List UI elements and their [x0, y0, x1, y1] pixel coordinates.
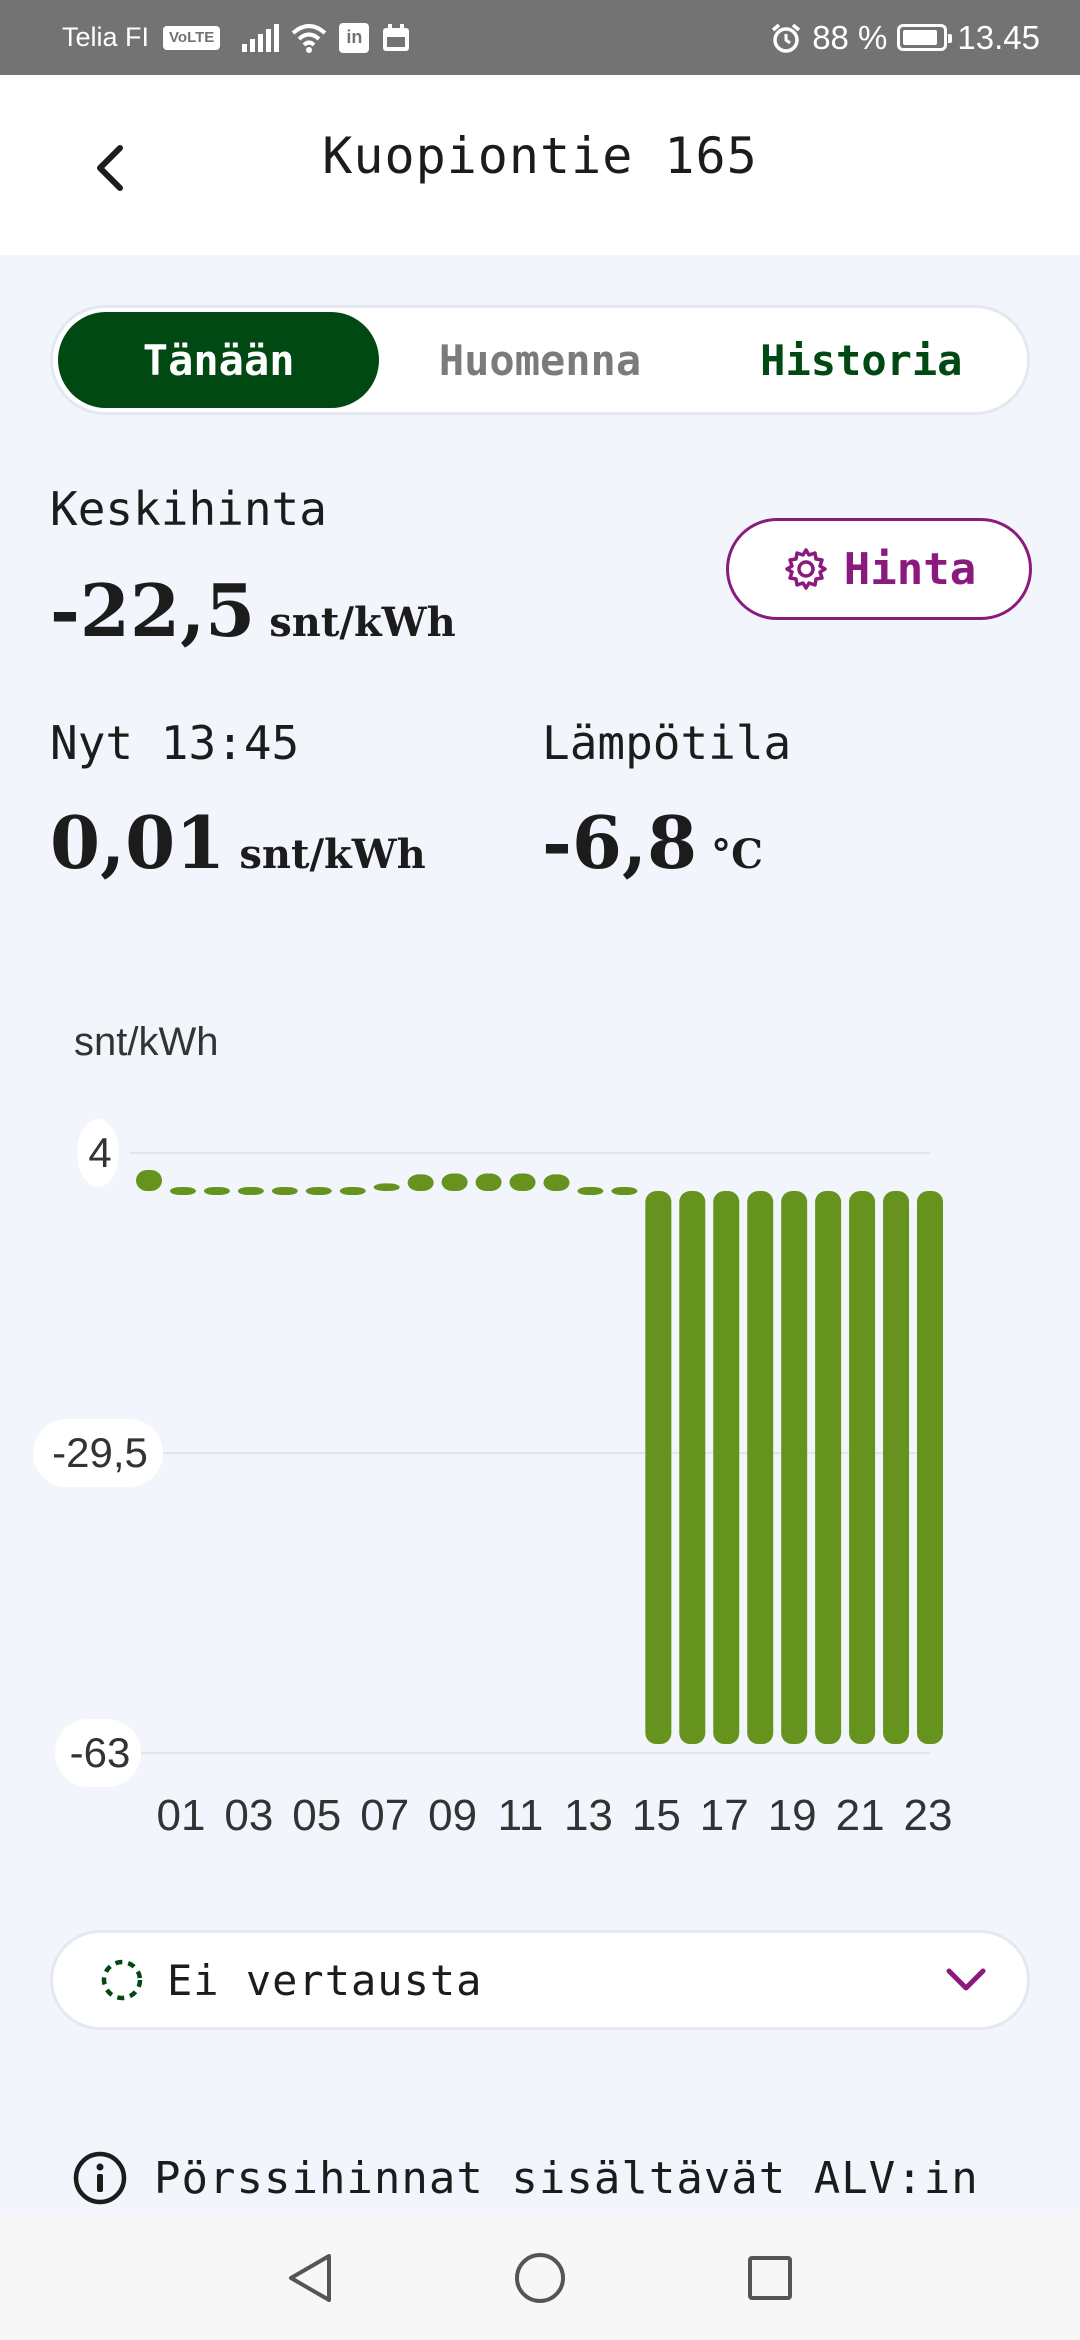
x-tick-label: 23 — [904, 1791, 953, 1840]
signal-icon — [242, 23, 280, 52]
triangle-back-icon — [289, 2253, 331, 2302]
gear-icon — [785, 548, 827, 590]
nav-back-button[interactable] — [270, 2238, 350, 2318]
linkedin-icon: in — [339, 22, 370, 53]
y-tick-label: -63 — [70, 1729, 131, 1776]
price-chart-svg: snt/kWh 4 -29,5 -63 01 03 05 07 09 11 13 15 17 19 21 23 — [33, 1020, 953, 1840]
current-price-unit: snt/kWh — [239, 831, 426, 878]
system-nav-bar — [0, 2215, 1080, 2340]
temperature-unit: °C — [711, 831, 763, 878]
chart-bar — [713, 1191, 740, 1745]
page-title: Kuopiontie 165 — [322, 127, 758, 185]
x-tick-label: 19 — [768, 1791, 817, 1840]
chart-bar — [475, 1173, 502, 1191]
info-icon — [73, 2151, 127, 2205]
chart-bar — [136, 1169, 162, 1191]
nav-home-button[interactable] — [500, 2238, 580, 2318]
chart-bar — [679, 1191, 706, 1745]
y-tick-label: 4 — [88, 1129, 111, 1176]
chart-bar — [203, 1187, 230, 1195]
nav-recents-button[interactable] — [730, 2238, 810, 2318]
app-header: Kuopiontie 165 — [0, 75, 1080, 255]
current-price-number: 0,01 — [50, 800, 226, 885]
status-bar: Telia FI VoLTE in 88 % 13.45 — [0, 0, 1080, 75]
chart-bar — [577, 1187, 604, 1195]
x-tick-label: 21 — [836, 1791, 885, 1840]
chart-bar — [917, 1191, 943, 1745]
dashed-circle-icon — [101, 1959, 143, 2001]
chevron-down-icon — [946, 1968, 986, 1991]
tab-today[interactable]: Tänään — [58, 312, 380, 408]
status-right: 88 % 13.45 — [770, 19, 1040, 57]
status-icons: in — [242, 22, 411, 53]
avg-price-unit: snt/kWh — [269, 599, 456, 646]
x-tick-label: 09 — [428, 1791, 477, 1840]
x-tick-label: 07 — [360, 1791, 409, 1840]
status-left: Telia FI VoLTE — [62, 22, 221, 53]
chart-bar — [509, 1173, 536, 1191]
temperature-number: -6,8 — [542, 800, 698, 885]
tab-history[interactable]: Historia — [701, 312, 1022, 408]
chart-bar — [883, 1191, 910, 1745]
chart-bar — [781, 1191, 808, 1745]
calendar-icon — [383, 23, 410, 51]
chart-bar — [339, 1187, 366, 1195]
x-tick-label: 01 — [156, 1791, 205, 1840]
chart-bar — [645, 1191, 672, 1745]
chart-bar — [237, 1187, 264, 1195]
current-price-value: 0,01 snt/kWh — [50, 800, 426, 885]
chart-bar — [849, 1191, 876, 1745]
tab-tomorrow[interactable]: Huomenna — [379, 312, 700, 408]
avg-price-label: Keskihinta — [50, 482, 327, 536]
chart-bar — [441, 1173, 468, 1191]
x-tick-label: 05 — [292, 1791, 341, 1840]
temperature-value: -6,8 °C — [542, 800, 763, 885]
clock: 13.45 — [957, 18, 1040, 56]
chart-bar — [611, 1187, 638, 1195]
carrier-name: Telia FI — [62, 22, 150, 52]
alarm-icon — [772, 23, 801, 53]
chart-bar — [747, 1191, 774, 1745]
battery-percent: 88 % — [812, 18, 888, 56]
current-price-label: Nyt 13:45 — [50, 716, 300, 770]
square-recents-icon — [748, 2255, 792, 2300]
x-tick-label: 11 — [498, 1791, 544, 1840]
battery-fill — [903, 30, 937, 45]
y-tick-label: -29,5 — [52, 1429, 148, 1476]
volte-icon: VoLTE — [163, 25, 221, 50]
x-tick-label: 15 — [632, 1791, 681, 1840]
info-note: Pörssihinnat sisältävät ALV:in — [72, 2150, 979, 2206]
y-axis-label: snt/kWh — [74, 1020, 218, 1064]
day-tabs: Tänään Huomenna Historia — [50, 305, 1030, 415]
circle-home-icon — [515, 2252, 565, 2303]
temperature-label: Lämpötila — [542, 716, 792, 770]
chart-bar — [407, 1174, 434, 1191]
avg-price-value: -22,5 snt/kWh — [50, 568, 456, 653]
chart-bar — [815, 1191, 842, 1745]
wifi-icon — [291, 23, 327, 53]
price-settings-button[interactable]: Hinta — [726, 518, 1032, 620]
avg-price-number: -22,5 — [50, 568, 256, 653]
chart-bar — [373, 1183, 400, 1191]
battery-icon — [897, 24, 953, 51]
x-tick-label: 17 — [700, 1791, 749, 1840]
x-tick-label: 13 — [564, 1791, 613, 1840]
chart-bar — [169, 1187, 196, 1195]
compare-label: Ei vertausta — [167, 1955, 483, 2005]
chart-bar — [305, 1187, 332, 1195]
compare-dropdown[interactable]: Ei vertausta — [50, 1930, 1030, 2030]
x-tick-label: 03 — [224, 1791, 273, 1840]
chart-bar — [543, 1174, 570, 1191]
price-chart: snt/kWh 4 -29,5 -63 01 03 05 07 09 11 13 15 17 19 21 23 — [0, 1010, 1080, 1880]
chart-bar — [271, 1187, 298, 1195]
info-text: Pörssihinnat sisältävät ALV:in — [154, 2152, 979, 2204]
price-button-label: Hinta — [843, 543, 977, 595]
